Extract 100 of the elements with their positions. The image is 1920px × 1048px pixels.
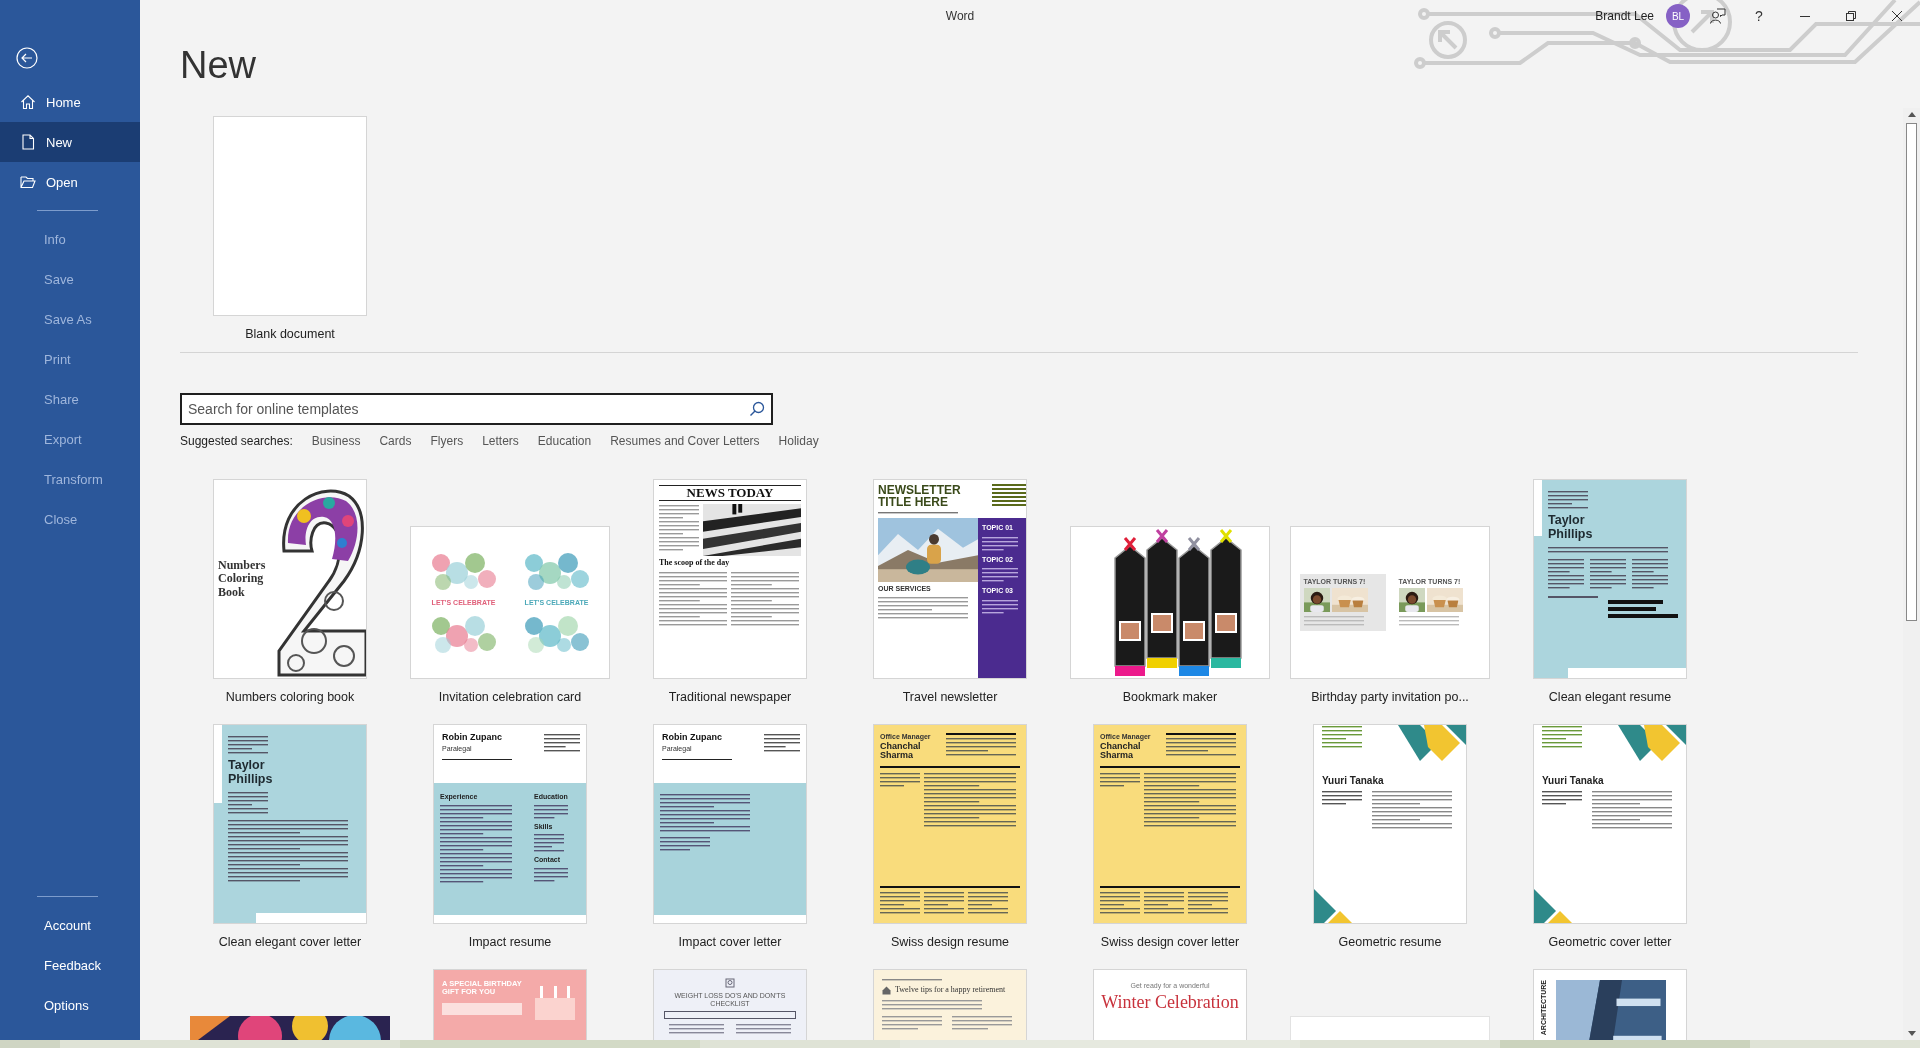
restore-icon [1846,11,1856,21]
text-lines-drawing [1548,490,1588,510]
minimize-icon [1800,15,1810,17]
text-lines-drawing [1322,725,1362,749]
sidebar-item[interactable]: Account [0,905,140,945]
thumbnail-text: Chanchal Sharma [880,741,921,760]
suggested-searches-label: Suggested searches: [180,433,293,450]
text-lines-drawing [880,891,920,915]
text-lines-drawing [1542,725,1582,749]
text-lines-drawing [669,1023,724,1036]
template-label: Clean elegant cover letter [218,934,362,951]
thumbnail-text: Numbers Coloring Book [218,559,267,599]
home-icon [20,94,36,110]
text-lines-drawing [534,867,568,884]
template-label: Invitation celebration card [438,689,582,706]
close-icon [1892,11,1902,21]
suggested-search-link[interactable]: Resumes and Cover Letters [610,433,760,450]
user-avatar[interactable]: BL [1666,4,1690,28]
up-arrow-icon [1907,112,1916,117]
circles-drawing [523,550,590,591]
search-field[interactable]: Search for online templates [180,393,773,425]
template-label: Swiss design resume [890,934,1010,951]
suggested-search-link[interactable]: Holiday [778,433,819,450]
underline-rule [662,758,732,761]
template-label: Birthday party invitation po... [1311,689,1469,706]
template-thumbnail[interactable]: Taylor Phillips [1533,479,1687,679]
sidebar-item[interactable]: Open [0,162,140,202]
thumbnail-text: The scoop of the day [659,559,731,569]
suggested-search-link[interactable]: Flyers [430,433,464,450]
template-thumbnail[interactable]: Taylor Phillips [213,724,367,924]
template-thumbnail[interactable] [1070,526,1270,679]
blank-document-thumbnail[interactable] [213,116,367,316]
circles-drawing [430,550,497,591]
thumbnail-text: Yuuri Tanaka [1542,775,1605,786]
suggested-search-link[interactable]: Education [537,433,592,450]
thumbnail-text: Taylor Phillips [1548,514,1594,542]
thumbnail-text: Yuuri Tanaka [1322,775,1385,786]
text-lines-drawing [1632,557,1668,590]
down-arrow-icon [1907,1031,1916,1036]
suggested-search-link[interactable]: Cards [379,433,412,450]
sidebar-item[interactable]: Options [0,985,140,1025]
template-label: Geometric cover letter [1548,934,1672,951]
text-lines-drawing [736,1023,791,1036]
sidebar-item[interactable]: Home [0,82,140,122]
thumbnail-text: NEWS TODAY [685,486,775,501]
text-lines-drawing [1548,557,1584,590]
circles-drawing [430,614,497,655]
text-lines-drawing [982,535,1018,552]
help-button[interactable]: ? [1736,0,1782,32]
house-icon [882,986,891,995]
person-bubble-icon [1710,8,1726,24]
text-lines-drawing [946,737,1016,757]
window-title: Word [945,9,975,23]
text-lines-drawing [1144,891,1184,915]
text-lines-drawing [924,891,964,915]
thumbnail-text: Taylor Phillips [228,759,274,787]
text-lines-drawing [882,978,942,982]
scrollbar-thumb[interactable] [1906,123,1917,621]
template-thumbnail[interactable]: Yuuri Tanaka [1533,724,1687,924]
thumbnail-text: NEWSLETTER TITLE HERE [878,484,962,508]
template-thumbnail[interactable]: Yuuri Tanaka [1313,724,1467,924]
template-label: Travel newsletter [902,689,998,706]
underline-rule [442,758,512,761]
text-lines-drawing [952,1015,1012,1031]
template-label: Bookmark maker [1122,689,1218,706]
template-label: Impact cover letter [678,934,782,951]
text-lines-drawing [1303,615,1364,628]
template-label: Swiss design cover letter [1100,934,1240,951]
thumbnail-text: Chanchal Sharma [1100,741,1141,760]
stripes-drawing [992,484,1026,506]
text-lines-drawing [764,733,800,753]
accent-bar [1534,480,1542,536]
text-lines-drawing [1590,557,1626,590]
scale-icon [725,978,735,988]
template-label: Blank document [245,326,335,343]
text-lines-drawing [534,833,564,854]
text-lines-drawing [228,790,268,815]
template-label: Traditional newspaper [668,689,792,706]
template-thumbnail[interactable]: NEWS TODAY The scoop of the day [653,479,807,679]
text-lines-drawing [659,571,727,628]
text-lines-drawing [534,803,568,820]
template-label: Impact resume [468,934,552,951]
text-lines-drawing [544,733,580,753]
template-thumbnail[interactable]: Twelve tips for a happy retirement [873,969,1027,1040]
text-lines-drawing [1166,737,1236,757]
template-label: Numbers coloring book [225,689,355,706]
suggested-search-link[interactable]: Business [311,433,361,450]
template-thumbnail[interactable]: Numbers Coloring Book [213,479,367,679]
text-lines-drawing [1100,771,1140,788]
document-icon [20,134,36,150]
folder-icon [20,174,36,190]
page-title: New [180,43,258,88]
text-lines-drawing [731,571,799,628]
text-lines-drawing [882,1015,942,1031]
text-lines-drawing [880,771,920,788]
sidebar-item[interactable]: Feedback [0,945,140,985]
text-lines-drawing [1322,790,1362,806]
search-icon [749,401,765,417]
suggested-search-link[interactable]: Letters [482,433,519,450]
sidebar-item[interactable]: New [0,122,140,162]
